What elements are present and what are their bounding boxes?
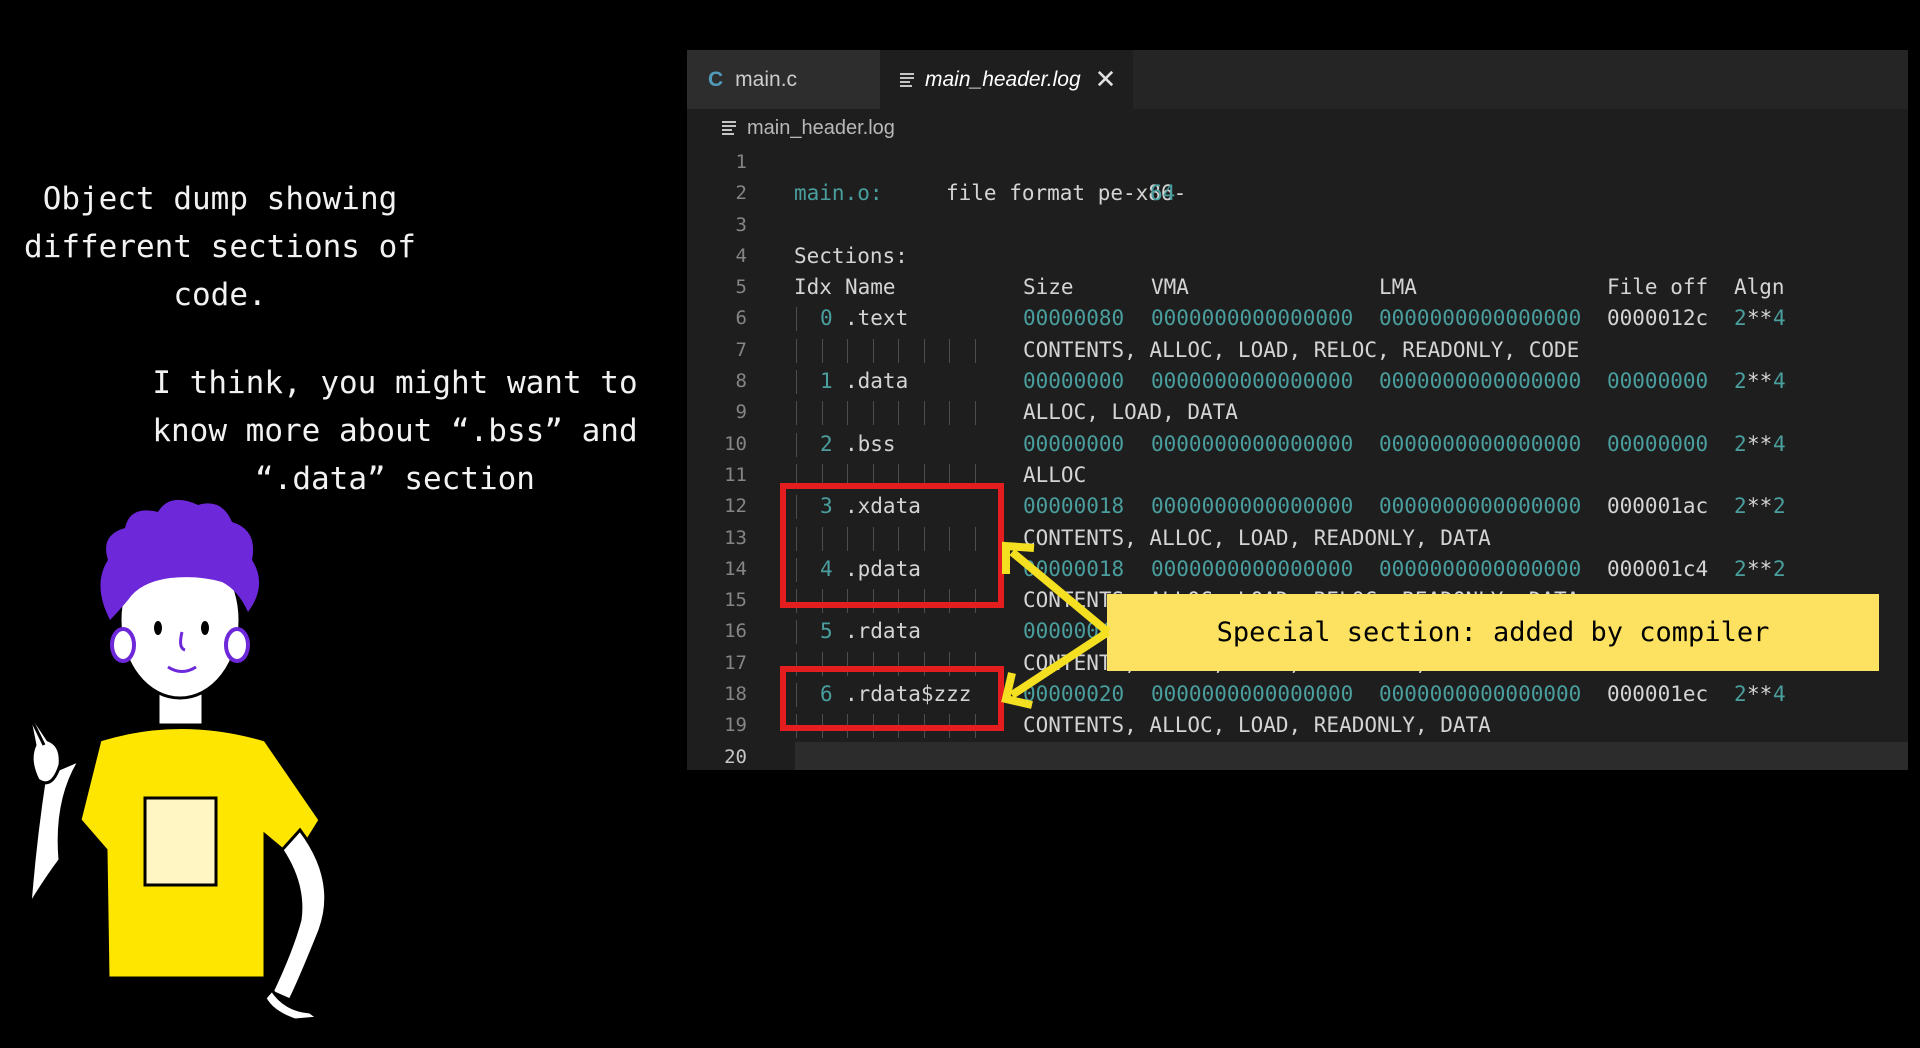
callout-arrows	[1001, 541, 1111, 709]
